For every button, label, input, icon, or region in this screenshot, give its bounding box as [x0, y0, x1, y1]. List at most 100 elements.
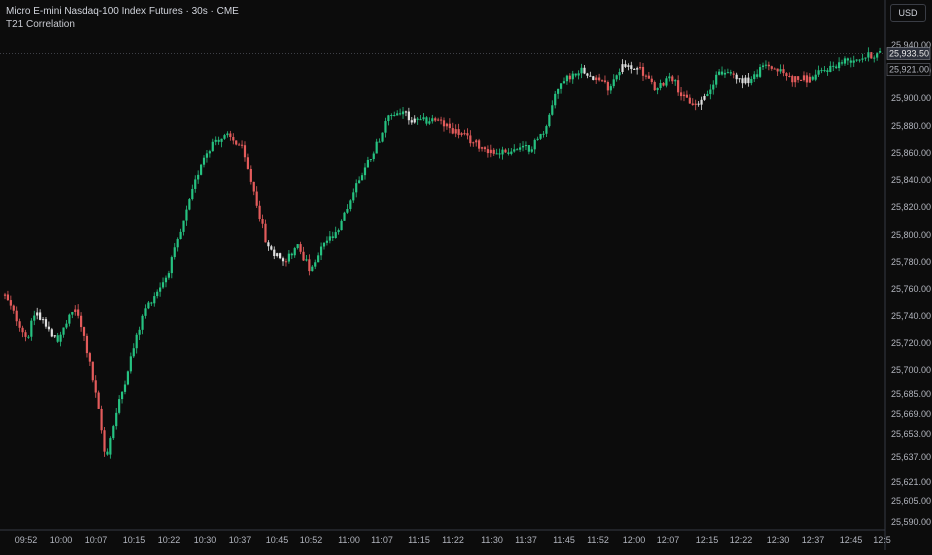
candle-body [387, 115, 390, 122]
candle-body [732, 73, 735, 75]
candle-body [805, 75, 809, 83]
candle-body [545, 126, 548, 134]
candle-body [700, 99, 703, 105]
time-tick-label: 12:5 [873, 535, 891, 545]
candle-body [747, 77, 750, 84]
candle-body [384, 121, 387, 133]
candle-body [115, 412, 118, 427]
candle-body [12, 305, 15, 311]
candle-body [606, 82, 609, 91]
candle-body [764, 64, 768, 66]
candle-body [650, 78, 653, 83]
candle-body [328, 236, 331, 241]
candle-body [770, 66, 773, 69]
candle-body [811, 76, 814, 80]
candle-body [521, 145, 525, 148]
candle-body [636, 68, 639, 70]
candle-body [878, 51, 882, 53]
candle-body [773, 68, 776, 70]
candle-body [47, 326, 50, 330]
candle-body [480, 147, 484, 149]
symbol-title: Micro E-mini Nasdaq-100 Index Futures · … [6, 6, 239, 17]
candle-body [264, 223, 267, 243]
candle-body [814, 74, 817, 80]
candlestick-chart[interactable]: 25,940.0025,920.0025,900.0025,880.0025,8… [0, 0, 932, 550]
candle-body [603, 80, 607, 83]
candle-body [703, 95, 706, 100]
candle-body [826, 70, 829, 72]
candle-body [118, 399, 121, 413]
candle-body [255, 191, 258, 206]
candle-body [173, 247, 176, 258]
candle-body [785, 73, 788, 76]
candle-body [858, 59, 861, 61]
candle-body [682, 94, 686, 97]
candle-body [709, 89, 712, 95]
candle-body [489, 149, 492, 154]
candle-body [761, 65, 765, 68]
candle-body [27, 336, 30, 338]
candle-body [39, 312, 42, 320]
chart-area[interactable]: Micro E-mini Nasdaq-100 Index Futures · … [0, 0, 932, 550]
candle-body [571, 73, 574, 80]
candle-body [808, 76, 811, 83]
candle-body [559, 83, 563, 89]
candle-body [311, 266, 314, 272]
candle-body [404, 111, 408, 113]
candle-body [85, 335, 89, 354]
candle-body [838, 62, 841, 69]
candle-body [349, 200, 352, 209]
candle-body [621, 64, 624, 72]
time-tick-label: 10:45 [266, 535, 289, 545]
candle-body [580, 67, 583, 74]
candle-body [492, 149, 495, 154]
price-tick-label: 25,860.00 [891, 148, 931, 158]
price-tick-label: 25,840.00 [891, 175, 931, 185]
candle-body [352, 192, 355, 201]
candle-body [281, 258, 285, 262]
candle-body [229, 133, 232, 137]
candle-body [726, 72, 729, 74]
candle-body [451, 128, 454, 134]
indicator-label: T21 Correlation [6, 19, 75, 30]
price-tick-label: 25,621.00 [891, 477, 931, 487]
candle-body [589, 75, 592, 77]
candle-body [284, 261, 288, 263]
candle-body [466, 133, 469, 136]
candle-body [410, 120, 413, 123]
candle-body [557, 88, 560, 94]
candle-body [232, 136, 235, 141]
price-tick-label: 25,720.00 [891, 338, 931, 348]
candle-body [501, 149, 504, 155]
candle-body [396, 113, 399, 116]
candle-body [735, 74, 738, 80]
candle-body [504, 149, 507, 153]
candle-body [767, 64, 770, 67]
price-tick-label: 25,780.00 [891, 257, 931, 267]
candle-body [144, 308, 147, 316]
candle-body [375, 141, 378, 154]
candle-body [671, 76, 674, 82]
candle-body [835, 66, 838, 69]
currency-button[interactable]: USD [890, 4, 926, 22]
candle-body [592, 76, 595, 80]
candle-body [246, 157, 250, 169]
candle-body [624, 64, 627, 67]
candle-body [94, 380, 97, 393]
candle-body [88, 353, 91, 362]
candle-body [712, 84, 715, 90]
candle-body [153, 296, 156, 304]
candle-body [74, 309, 77, 312]
candle-body [527, 145, 530, 152]
candle-body [71, 311, 74, 315]
candle-body [369, 159, 372, 161]
candle-body [776, 68, 779, 72]
price-tick-label: 25,590.00 [891, 517, 931, 527]
candle-body [343, 212, 346, 221]
candle-body [586, 73, 589, 76]
candle-body [161, 282, 165, 288]
candle-body [325, 240, 329, 243]
candle-body [103, 430, 106, 452]
candle-body [24, 332, 27, 337]
candle-body [176, 239, 179, 248]
